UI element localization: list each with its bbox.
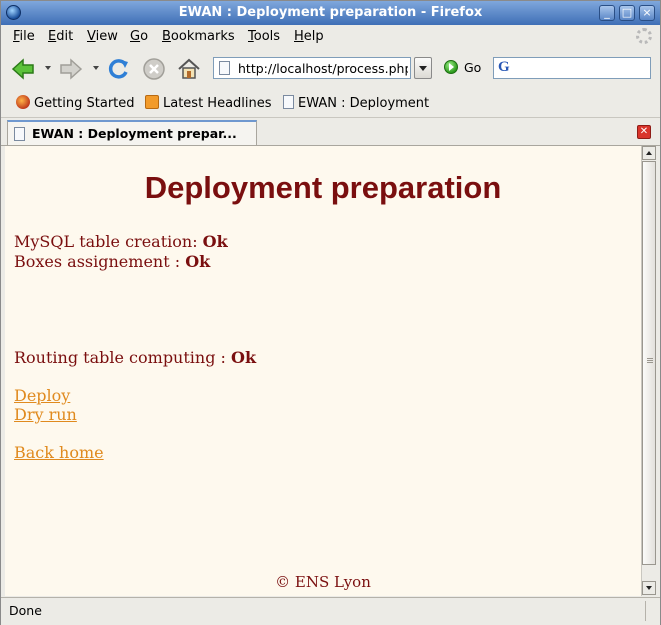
bookmark-getting-started[interactable]: Getting Started (16, 95, 135, 111)
routing-label: Routing table computing : (14, 348, 232, 367)
page-content: Deployment preparation MySQL table creat… (5, 146, 641, 596)
search-input[interactable]: G (493, 57, 651, 79)
scroll-grip-icon (647, 358, 653, 359)
throbber-icon (636, 28, 652, 44)
bookmarks-toolbar: Getting Started Latest Headlines EWAN : … (1, 89, 660, 118)
minimize-icon[interactable]: _ (599, 5, 615, 21)
menu-bookmarks[interactable]: Bookmarks (162, 29, 235, 44)
forward-history-dropdown-icon[interactable] (93, 66, 99, 70)
url-bar[interactable]: http://localhost/process.php (213, 57, 411, 79)
maximize-icon[interactable]: □ (619, 5, 635, 21)
forward-arrow-icon[interactable] (58, 56, 84, 82)
mysql-status: Ok (202, 232, 228, 251)
menu-go[interactable]: Go (130, 29, 148, 44)
page-heading: Deployment preparation (144, 170, 502, 205)
menu-bar: File Edit View Go Bookmarks Tools Help (1, 25, 660, 49)
page-icon (283, 95, 294, 109)
firefox-icon (16, 95, 30, 109)
bookmark-latest-headlines[interactable]: Latest Headlines (145, 95, 272, 111)
bookmark-label: Latest Headlines (163, 96, 272, 111)
google-search-engine-icon[interactable]: G (498, 59, 510, 76)
title-bar: EWAN : Deployment preparation - Firefox … (1, 1, 660, 25)
boxes-status: Ok (185, 252, 211, 271)
routing-status: Ok (231, 348, 257, 367)
menu-view[interactable]: View (87, 29, 118, 44)
status-bar: Done (1, 597, 660, 625)
tab-ewan-deployment[interactable]: EWAN : Deployment prepar... (7, 120, 257, 145)
page-icon (219, 61, 230, 75)
tab-strip: EWAN : Deployment prepar... ✕ (1, 118, 660, 146)
menu-file[interactable]: File (13, 29, 35, 44)
status-resize-grip[interactable] (645, 601, 654, 621)
scrollbar-thumb[interactable] (642, 161, 656, 565)
back-home-link[interactable]: Back home (14, 443, 104, 462)
dry-run-link[interactable]: Dry run (14, 405, 77, 424)
url-history-dropdown-icon[interactable] (414, 57, 432, 79)
menu-tools[interactable]: Tools (248, 29, 280, 44)
routing-status-line: Routing table computing : Ok (14, 348, 256, 367)
mysql-status-line: MySQL table creation: Ok (14, 232, 228, 251)
vertical-scrollbar[interactable] (641, 146, 656, 596)
reload-icon[interactable] (105, 56, 131, 82)
window-title: EWAN : Deployment preparation - Firefox (178, 5, 483, 20)
go-icon (444, 60, 458, 74)
bookmark-label: Getting Started (34, 96, 135, 111)
back-arrow-icon[interactable] (10, 56, 36, 82)
bookmark-ewan-deployment[interactable]: EWAN : Deployment (283, 95, 429, 111)
navigation-toolbar: http://localhost/process.php Go G (1, 49, 660, 89)
home-icon[interactable] (176, 56, 202, 82)
mysql-label: MySQL table creation: (14, 232, 203, 251)
menu-help[interactable]: Help (294, 29, 324, 44)
status-text: Done (9, 603, 42, 618)
scroll-up-icon[interactable] (642, 146, 656, 160)
boxes-status-line: Boxes assignement : Ok (14, 252, 210, 271)
close-icon[interactable]: × (639, 5, 655, 21)
url-text[interactable]: http://localhost/process.php (238, 61, 408, 76)
bookmark-label: EWAN : Deployment (298, 96, 430, 111)
close-tab-icon[interactable]: ✕ (637, 125, 651, 139)
deploy-link[interactable]: Deploy (14, 386, 70, 405)
boxes-label: Boxes assignement : (14, 252, 186, 271)
browser-window: EWAN : Deployment preparation - Firefox … (0, 0, 661, 625)
tab-label: EWAN : Deployment prepar... (32, 126, 237, 141)
scroll-down-icon[interactable] (642, 581, 656, 595)
stop-icon[interactable] (141, 56, 167, 82)
back-history-dropdown-icon[interactable] (45, 66, 51, 70)
page-icon (14, 127, 25, 141)
page-footer: © ENS Lyon (275, 573, 371, 591)
menu-edit[interactable]: Edit (48, 29, 73, 44)
rss-icon (145, 95, 159, 109)
go-label: Go (464, 60, 482, 75)
